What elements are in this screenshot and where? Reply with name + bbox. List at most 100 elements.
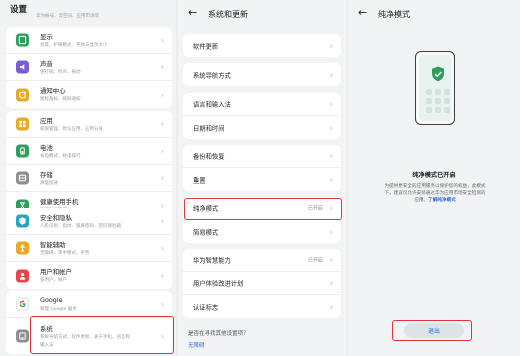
menu-item-certification[interactable]: 认证标志 › [183,295,341,318]
chevron-right-icon: › [160,216,164,226]
settings-group-1: 显示 亮度、护眼模式、字体与显示大小 › 声音 免打扰、铃声、振动 › 通知中心… [6,27,172,108]
settings-item-sound[interactable]: 声音 免打扰、铃声、振动 › [6,54,172,81]
item-label: 软件更新 [193,43,219,50]
battery-icon [16,144,29,158]
chevron-right-icon: › [329,302,333,311]
status-value: 已开启 [307,257,323,264]
chevron-right-icon: › [160,271,164,280]
menu-item-software-update[interactable]: 软件更新 › [183,34,341,57]
item-label: 用户和帐户 [40,268,72,276]
settings-item-apps[interactable]: 应用 权限管理、默认应用、应用分身 › [6,111,172,138]
highlight-frame [392,320,472,341]
menu-item-smart-ability[interactable]: 华为智慧能力 已开启 › [183,249,341,272]
chevron-right-icon: › [160,90,164,99]
assist-icon [16,241,29,255]
storage-icon [16,171,29,185]
chevron-right-icon: › [160,299,164,309]
search-hint: 是否在寻找其他设置项？ [188,331,249,337]
chevron-right-icon: › [160,146,164,156]
item-label: Google [40,296,63,304]
menu-item-navigation[interactable]: 系统导航方式 › [183,63,341,86]
chevron-right-icon: › [329,123,333,132]
highlight-frame [184,198,342,220]
item-label: 安全和隐私 [40,214,72,222]
highlight-frame [30,316,174,354]
settings-item-battery[interactable]: 电池 省电模式、耗电排行 › [6,138,172,165]
item-sub: 无障碍、单手模式、手势 [40,251,90,256]
item-label: 备份和恢复 [193,153,225,161]
settings-panel: 设置 华为帐号、云空间、应用市场等 显示 亮度、护眼模式、字体与显示大小 › 声… [0,0,176,356]
user-icon [16,269,29,282]
desc-line-2: 下，建议仅允许安装通过华为应用市场安全检测的 [384,191,486,197]
apps-icon [16,117,29,131]
accessibility-link[interactable]: 无障碍 [188,341,205,349]
item-label: 语言和输入法 [193,101,231,109]
menu-item-user-experience[interactable]: 用户体验改进计划 › [183,272,341,295]
learn-more-link[interactable]: 了解纯净模式 [428,198,456,203]
settings-item-storage[interactable]: 存储 清理加速 › [6,165,172,192]
chevron-right-icon: › [329,41,333,50]
item-label: 华为智慧能力 [193,257,231,265]
settings-item-notification[interactable]: 通知中心 图标角标、锁屏通知 › [6,81,172,108]
group-navigation: 系统导航方式 › [183,63,341,86]
menu-item-reset[interactable]: 重置 › [183,168,341,191]
settings-item-security[interactable]: 安全和隐私 人脸识别、指纹、锁屏密码、密码保险箱 › [6,208,172,235]
description: 为提供更安全的应用服务以保护您的权益，此模式 下，建议仅允许安装通过华为应用市场… [362,183,508,205]
notification-icon [16,88,29,101]
item-label: 电池 [40,144,53,152]
shield-icon [16,214,29,228]
back-arrow-icon[interactable]: ← [188,6,197,19]
item-sub: 亮度、护眼模式、字体与显示大小 [40,43,108,48]
group-backup: 备份和恢复 › 重置 › [183,145,341,191]
item-label: 存储 [40,171,53,179]
item-sub: 管理 Google 服务 [40,307,77,312]
settings-item-google[interactable]: Google 管理 Google 服务 › [6,291,172,318]
item-sub: 图标角标、锁屏通知 [40,97,81,102]
pure-mode-panel: ← 纯净模式 纯净模式已开启 为提供更安全的应用服务以保护您的权益，此模式 下，… [348,0,520,356]
page-title: 纯净模式 [378,10,410,19]
chevron-right-icon: › [329,255,333,265]
chevron-right-icon: › [329,99,333,109]
chevron-right-icon: › [329,151,333,161]
item-label: 重置 [193,177,206,184]
item-sub: 省电模式、耗电排行 [40,154,81,159]
item-label: 认证标志 [193,304,219,311]
page-title: 设置 [10,5,28,15]
system-icon [16,329,29,343]
settings-item-users[interactable]: 用户和帐户 多用户、帐户 › [6,262,172,289]
item-sub: 免打扰、铃声、振动 [40,70,81,75]
group-software-update: 软件更新 › [183,34,341,57]
group-language: 语言和输入法 › 日期和时间 › [183,93,341,139]
item-label: 用户体验改进计划 [193,280,244,288]
chevron-right-icon: › [160,243,164,253]
desc-line-3: 应用。 [414,198,429,204]
settings-item-display[interactable]: 显示 亮度、护眼模式、字体与显示大小 › [6,27,172,54]
menu-item-date-time[interactable]: 日期和时间 › [183,116,341,139]
page-title: 系统和更新 [208,10,248,19]
shield-check-icon [432,66,444,82]
group-huawei: 华为智慧能力 已开启 › 用户体验改进计划 › 认证标志 › [183,249,341,318]
settings-item-accessibility[interactable]: 智能辅助 无障碍、单手模式、手势 › [6,235,172,262]
settings-group-3: 安全和隐私 人脸识别、指纹、锁屏密码、密码保险箱 › 智能辅助 无障碍、单手模式… [6,208,172,289]
system-panel: ← 系统和更新 软件更新 › 系统导航方式 › 语言和输入法 › 日期和时间 › [178,0,346,356]
chevron-right-icon: › [160,62,164,72]
desc-line-1: 为提供更安全的应用服务以保护您的权益，此模式 [384,184,486,189]
item-sub: 权限管理、默认应用、应用分身 [40,127,103,132]
chevron-right-icon: › [329,278,333,288]
item-label: 应用 [40,117,53,125]
item-sub: 清理加速 [40,181,58,186]
item-sub: 多用户、帐户 [40,278,67,283]
chevron-right-icon: › [329,175,333,184]
settings-group-2: 应用 权限管理、默认应用、应用分身 › 电池 省电模式、耗电排行 › 存储 清理… [6,111,172,219]
item-label: 通知中心 [40,87,66,95]
back-arrow-icon[interactable]: ← [358,6,367,19]
menu-item-backup[interactable]: 备份和恢复 › [183,145,341,168]
menu-item-language[interactable]: 语言和输入法 › [183,93,341,116]
account-cut-text: 华为帐号、云空间、应用市场等 [36,14,99,19]
item-label: 简易模式 [193,229,219,236]
phone-screen [419,55,451,121]
status-title: 纯净模式已开启 [412,172,456,179]
chevron-right-icon: › [160,119,164,129]
item-sub: 人脸识别、指纹、锁屏密码、密码保险箱 [40,224,121,229]
menu-item-simple-mode[interactable]: 简易模式 › [183,220,341,243]
